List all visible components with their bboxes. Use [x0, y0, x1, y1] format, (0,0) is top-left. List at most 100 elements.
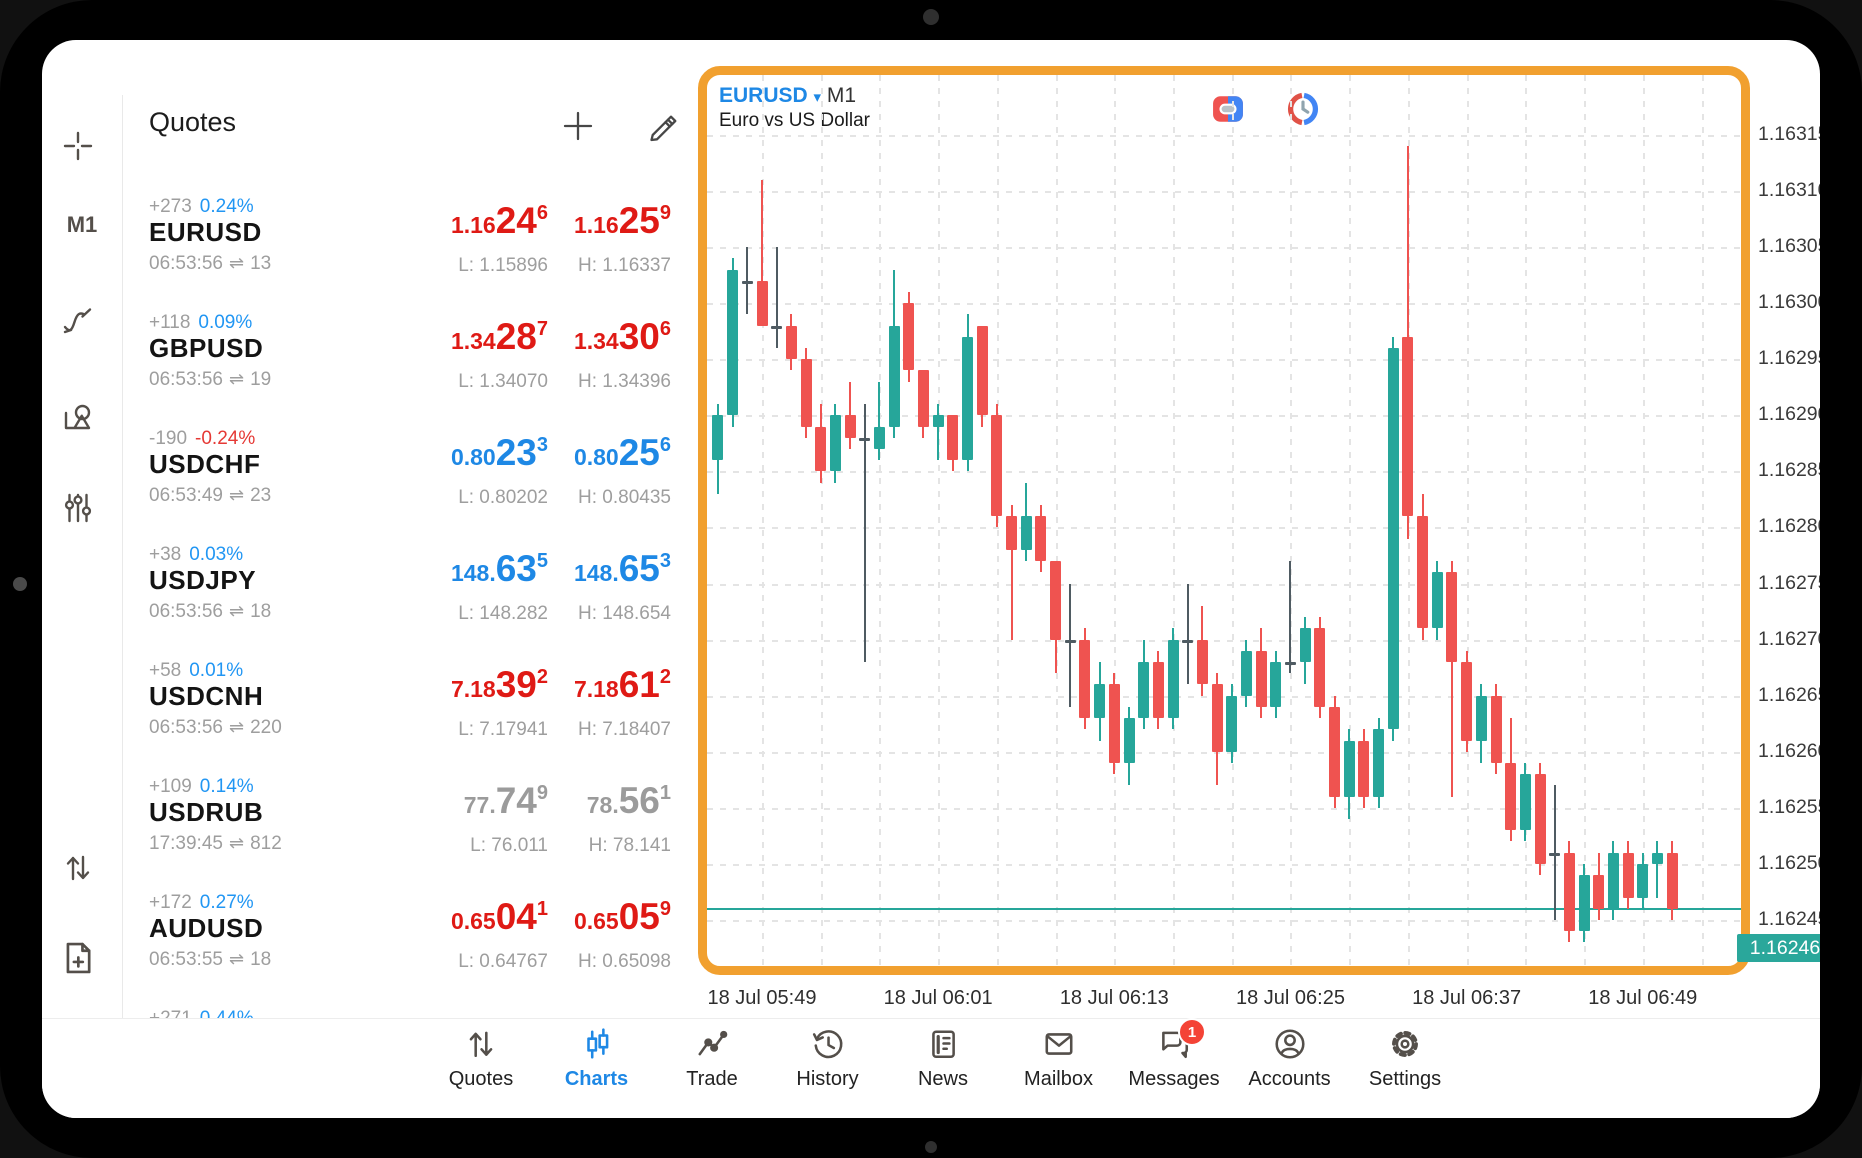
low-label: L: 0.80202 [458, 487, 548, 509]
v-gridline [1290, 75, 1292, 966]
ask-price: 78.561 [587, 780, 671, 822]
quote-row-USDRUB[interactable]: +1090.14%USDRUB17:39:45⇌81277.74978.561L… [123, 776, 691, 892]
quote-row-USDCHF[interactable]: -190-0.24%USDCHF06:53:49⇌230.802330.8025… [123, 428, 691, 544]
sort-arrows-icon [462, 1027, 500, 1065]
chart-settings-sliders-icon[interactable] [58, 488, 98, 528]
price-axis-label: 1.16275 [1758, 572, 1820, 595]
nav-item-settings[interactable]: Settings [1345, 1025, 1465, 1115]
nav-label: Charts [537, 1068, 657, 1091]
spread-icon: ⇌ [229, 485, 244, 505]
nav-item-accounts[interactable]: Accounts [1230, 1025, 1350, 1115]
nav-item-history[interactable]: History [768, 1025, 888, 1115]
objects-icon[interactable] [58, 398, 98, 438]
high-label: H: 0.65098 [578, 951, 671, 973]
current-price-tag: 1.16246 [1737, 934, 1820, 962]
quote-row-AUDUSD[interactable]: +1720.27%AUDUSD06:53:55⇌180.650410.65059… [123, 892, 691, 1008]
change-label: +1180.09% [149, 312, 252, 334]
bid-price: 77.749 [464, 780, 548, 822]
accounts-icon [1271, 1027, 1309, 1065]
v-gridline [1232, 75, 1234, 966]
bottom-navigation: QuotesChartsTradeHistoryNewsMailbox1Mess… [42, 1019, 1820, 1118]
quote-row-EURUSD[interactable]: +2730.24%EURUSD06:53:56⇌131.162461.16259… [123, 196, 691, 312]
price-axis-label: 1.16255 [1758, 796, 1820, 819]
v-gridline [1584, 75, 1586, 966]
quote-time: 06:53:49⇌23 [149, 485, 271, 507]
nav-label: Accounts [1230, 1068, 1350, 1091]
nav-item-charts[interactable]: Charts [537, 1025, 657, 1115]
low-label: L: 76.011 [470, 835, 548, 857]
spread-icon: ⇌ [229, 833, 244, 853]
ask-price: 1.34306 [574, 316, 671, 358]
time-axis-label: 18 Jul 06:13 [1024, 987, 1204, 1010]
nav-label: Quotes [421, 1068, 541, 1091]
price-axis-label: 1.16295 [1758, 347, 1820, 370]
symbol-label: USDRUB [149, 797, 263, 828]
low-label: L: 1.34070 [458, 371, 548, 393]
trade-line-icon [693, 1027, 731, 1065]
quote-row-USDJPY[interactable]: +380.03%USDJPY06:53:56⇌18148.635148.653L… [123, 544, 691, 660]
quote-row-GBPUSD[interactable]: +1180.09%GBPUSD06:53:56⇌191.342871.34306… [123, 312, 691, 428]
price-axis-label: 1.16270 [1758, 628, 1820, 651]
nav-item-mailbox[interactable]: Mailbox [999, 1025, 1119, 1115]
indicators-icon[interactable] [58, 302, 98, 342]
v-gridline [879, 75, 881, 966]
symbol-label: USDJPY [149, 565, 256, 596]
v-gridline [1467, 75, 1469, 966]
v-gridline [821, 75, 823, 966]
v-gridline [1349, 75, 1351, 966]
change-label: +2730.24% [149, 196, 254, 218]
symbol-label: USDCNH [149, 681, 263, 712]
ask-price: 0.65059 [574, 896, 671, 938]
bid-price: 1.34287 [451, 316, 548, 358]
spread-icon: ⇌ [229, 601, 244, 621]
chart-description: Euro vs US Dollar [719, 109, 870, 133]
chart-highlight-border: EURUSD ▾ M1 Euro vs US Dollar [698, 66, 1750, 975]
chart-candles-icon [578, 1027, 616, 1065]
high-label: H: 1.16337 [578, 255, 671, 277]
price-axis-label: 1.16285 [1758, 459, 1820, 482]
bid-price: 7.18392 [451, 664, 548, 706]
quote-time: 06:53:56⇌19 [149, 369, 271, 391]
low-label: L: 0.64767 [458, 951, 548, 973]
chart-timeframe-label: M1 [827, 84, 856, 107]
bottom-sensor-dot [925, 1141, 937, 1153]
one-click-trading-icon[interactable] [1212, 95, 1244, 128]
crosshair-icon[interactable] [58, 126, 98, 166]
time-axis-label: 18 Jul 06:49 [1553, 987, 1733, 1010]
time-axis-label: 18 Jul 06:01 [848, 987, 1028, 1010]
news-icon [924, 1027, 962, 1065]
price-axis-label: 1.16315 [1758, 123, 1820, 146]
time-axis-label: 18 Jul 06:25 [1200, 987, 1380, 1010]
price-axis-label: 1.16310 [1758, 179, 1820, 202]
price-axis-label: 1.16290 [1758, 403, 1820, 426]
quote-row-USDCNH[interactable]: +580.01%USDCNH06:53:56⇌2207.183927.18612… [123, 660, 691, 776]
spread-icon: ⇌ [229, 717, 244, 737]
new-order-icon[interactable] [58, 938, 98, 978]
quote-time: 17:39:45⇌812 [149, 833, 282, 855]
nav-item-quotes[interactable]: Quotes [421, 1025, 541, 1115]
quote-time: 06:53:56⇌220 [149, 717, 282, 739]
transfer-arrows-icon[interactable] [58, 848, 98, 888]
timeframe-button[interactable]: M1 [42, 212, 122, 238]
chart-header: EURUSD ▾ M1 Euro vs US Dollar [719, 83, 870, 133]
time-axis-label: 18 Jul 06:37 [1377, 987, 1557, 1010]
ask-price: 148.653 [574, 548, 671, 590]
nav-item-messages[interactable]: 1Messages [1114, 1025, 1234, 1115]
edit-symbols-button[interactable] [645, 109, 679, 143]
symbol-label: AUDUSD [149, 913, 263, 944]
low-label: L: 1.15896 [458, 255, 548, 277]
nav-label: History [768, 1068, 888, 1091]
change-label: +380.03% [149, 544, 243, 566]
bid-price: 0.65041 [451, 896, 548, 938]
chart-toolbar: M1 [42, 40, 122, 1118]
candlestick-chart[interactable]: EURUSD ▾ M1 Euro vs US Dollar [707, 75, 1741, 966]
ask-price: 7.18612 [574, 664, 671, 706]
settings-gear-icon [1386, 1027, 1424, 1065]
price-axis-label: 1.16265 [1758, 684, 1820, 707]
price-axis-label: 1.16305 [1758, 235, 1820, 258]
nav-item-news[interactable]: News [883, 1025, 1003, 1115]
high-label: H: 148.654 [578, 603, 671, 625]
high-label: H: 0.80435 [578, 487, 671, 509]
add-symbol-button[interactable] [561, 109, 595, 143]
nav-item-trade[interactable]: Trade [652, 1025, 772, 1115]
